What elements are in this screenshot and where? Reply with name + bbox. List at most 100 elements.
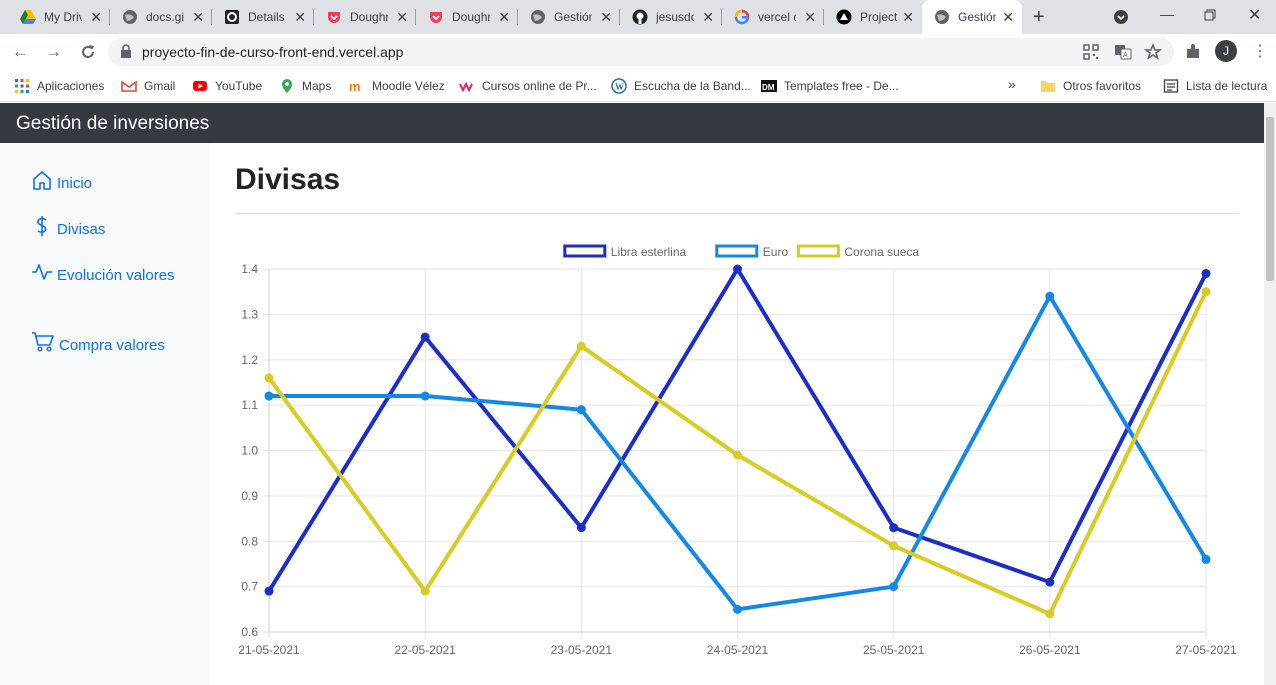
bookmark-label: Lista de lectura [1186, 79, 1268, 93]
close-icon[interactable]: ✕ [498, 10, 510, 24]
data-point [420, 391, 430, 401]
tab-docs-github[interactable]: docs.github.com ✕ [110, 0, 212, 34]
svg-text:DM: DM [762, 83, 775, 92]
youtube-icon [193, 81, 207, 91]
reload-icon[interactable] [78, 42, 98, 62]
tab-doughnut-1[interactable]: Doughnut ✕ [314, 0, 416, 34]
bookmark-maps[interactable]: Maps [279, 77, 331, 95]
browser-tab-strip: My Drive - Google Drive ✕ docs.github.co… [0, 0, 1276, 34]
sidebar-item-label: Compra valores [59, 337, 165, 354]
tab-title: Project [860, 10, 898, 24]
new-tab-button[interactable]: + [1033, 6, 1045, 29]
bookmark-label: Templates free - De... [784, 79, 899, 93]
sidebar-item-compra-valores[interactable]: Compra valores [31, 331, 165, 358]
profile-avatar[interactable]: J [1215, 40, 1237, 62]
address-bar[interactable]: proyecto-fin-de-curso-front-end.vercel.a… [108, 38, 1174, 66]
tab-gestion-inversiones-active[interactable]: Gestión de inversiones ✕ [922, 0, 1022, 34]
close-icon[interactable]: ✕ [702, 10, 714, 24]
restore-button[interactable] [1204, 9, 1216, 21]
x-tick-label: 26-05-2021 [1019, 643, 1081, 657]
scrollbar-thumb[interactable] [1266, 117, 1274, 281]
page-scrollbar[interactable] [1264, 103, 1276, 685]
close-icon[interactable]: ✕ [192, 10, 204, 24]
dollar-icon [37, 216, 47, 236]
cart-icon [32, 332, 54, 352]
google-icon [734, 9, 750, 25]
bookmarks-overflow-button[interactable]: » [1008, 75, 1016, 93]
globe-icon [123, 10, 137, 24]
legend-label: Corona sueca [844, 245, 919, 259]
data-point [889, 523, 899, 533]
bookmark-cursos[interactable]: Cursos online de Pr... [459, 77, 597, 95]
extensions-icon[interactable] [1183, 42, 1203, 62]
title-divider [235, 213, 1239, 214]
data-point [889, 541, 899, 551]
bookmark-label: Maps [302, 79, 332, 93]
house-icon [33, 171, 51, 190]
data-point [420, 586, 430, 596]
menu-kebab-icon[interactable]: ⋮ [1252, 41, 1268, 61]
close-icon[interactable]: ✕ [1002, 10, 1014, 24]
data-point [576, 341, 586, 351]
tab-title: My Drive - Google Drive [44, 10, 82, 24]
close-icon[interactable]: ✕ [902, 10, 914, 24]
close-icon[interactable]: ✕ [294, 10, 306, 24]
tab-doughnut-2[interactable]: Doughnut ✕ [416, 0, 518, 34]
data-point [1045, 577, 1055, 587]
bookmark-label: Otros favoritos [1063, 79, 1142, 93]
sidebar-item-evolucion-valores[interactable]: Evolución valores [31, 261, 191, 288]
tab-google-search[interactable]: vercel deploy ✕ [722, 0, 824, 34]
tab-title: Doughnut [350, 10, 388, 24]
maps-icon [282, 79, 292, 93]
tab-gestion[interactable]: Gestión ✕ [518, 0, 620, 34]
legend-swatch [796, 244, 840, 258]
globe-icon [935, 10, 949, 24]
close-icon[interactable]: ✕ [90, 10, 102, 24]
currency-line-chart: 0.6 0.7 0.8 0.9 1.0 1.1 1.2 1.3 1.4 21-05-2021 22… [238, 244, 1237, 657]
bookmark-gmail[interactable]: Gmail [121, 77, 175, 95]
tab-search-icon[interactable] [1113, 9, 1129, 25]
tab-google-drive[interactable]: My Drive - Google Drive ✕ [8, 0, 110, 34]
tab-github[interactable]: jesusdc ✕ [620, 0, 722, 34]
close-window-button[interactable]: ✕ [1248, 5, 1261, 25]
tab-title: Gestión [554, 10, 592, 24]
sidebar-item-inicio[interactable]: Inicio [31, 169, 92, 196]
qr-code-icon[interactable] [1082, 43, 1100, 61]
bookmark-label: Aplicaciones [37, 79, 105, 93]
sidebar-item-divisas[interactable]: Divisas [31, 215, 105, 242]
translate-icon[interactable]: A [1114, 43, 1132, 61]
tab-project[interactable]: Project ✕ [824, 0, 922, 34]
moodle-icon: m [349, 79, 361, 94]
url-text[interactable]: proyecto-fin-de-curso-front-end.vercel.a… [142, 44, 403, 60]
bookmark-reading-list[interactable]: Lista de lectura [1163, 77, 1267, 95]
close-icon[interactable]: ✕ [396, 10, 408, 24]
star-icon[interactable] [1144, 43, 1162, 61]
bookmark-label: Escucha de la Band... [634, 79, 751, 93]
tab-details[interactable]: Details ✕ [212, 0, 314, 34]
activity-icon [32, 264, 52, 280]
bookmark-apps[interactable]: Aplicaciones [14, 77, 104, 95]
forward-button[interactable]: → [45, 42, 62, 62]
data-point [1201, 287, 1211, 297]
minimize-button[interactable]: — [1160, 6, 1174, 22]
y-axis: 0.6 0.7 0.8 0.9 1.0 1.1 1.2 1.3 1.4 [241, 262, 258, 639]
close-icon[interactable]: ✕ [804, 10, 816, 24]
x-tick-label: 27-05-2021 [1175, 643, 1237, 657]
bookmark-templates[interactable]: DM Templates free - De... [761, 77, 899, 95]
data-point [576, 523, 586, 533]
app-brand[interactable]: Gestión de inversiones [16, 113, 209, 135]
back-button[interactable]: ← [12, 42, 29, 62]
chart-legend[interactable]: Libra esterlina Euro Corona sueca [563, 244, 920, 259]
bookmark-other-favorites[interactable]: Otros favoritos [1040, 77, 1141, 95]
bookmark-moodle[interactable]: m Moodle Vélez [349, 77, 445, 95]
tab-title: Doughnut [452, 10, 490, 24]
bookmark-label: Cursos online de Pr... [482, 79, 597, 93]
close-icon[interactable]: ✕ [600, 10, 612, 24]
bookmark-escucha[interactable]: W Escucha de la Band... [611, 77, 751, 95]
bookmark-youtube[interactable]: YouTube [192, 77, 262, 95]
folder-icon [1041, 81, 1055, 92]
google-drive-icon [20, 10, 36, 24]
bookmark-label: YouTube [215, 79, 263, 93]
y-tick-label: 1.2 [241, 353, 258, 367]
main-content: Divisas 0.6 0.7 0.8 0.9 1.0 1.1 1.2 1.3 1.4 21-0… [210, 143, 1264, 685]
